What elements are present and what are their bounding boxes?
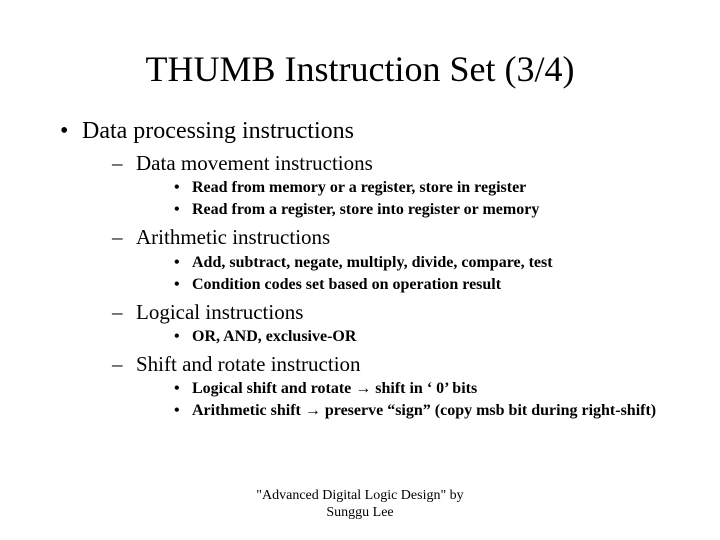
slide: THUMB Instruction Set (3/4) Data process… — [0, 0, 720, 540]
bullet-l2a-text: Data movement instructions — [136, 151, 373, 175]
bullet-l2-arithmetic: Arithmetic instructions Add, subtract, n… — [112, 224, 680, 294]
bullet-l2-shift-rotate: Shift and rotate instruction Logical shi… — [112, 351, 680, 421]
slide-footer: "Advanced Digital Logic Design" by Sungg… — [0, 488, 720, 522]
bullet-list-level1: Data processing instructions Data moveme… — [60, 116, 680, 421]
footer-line1: "Advanced Digital Logic Design" by — [0, 488, 720, 505]
bullet-l3: Read from a register, store into registe… — [170, 200, 680, 220]
bullet-list-level3: Add, subtract, negate, multiply, divide,… — [170, 253, 680, 295]
bullet-l3: Condition codes set based on operation r… — [170, 275, 680, 295]
bullet-list-level2: Data movement instructions Read from mem… — [112, 150, 680, 421]
slide-body: Data processing instructions Data moveme… — [0, 116, 720, 421]
bullet-l2d-text: Shift and rotate instruction — [136, 352, 361, 376]
slide-title: THUMB Instruction Set (3/4) — [0, 0, 720, 110]
bullet-l3: Logical shift and rotate → shift in ‘ 0’… — [170, 379, 680, 399]
bullet-l2-data-movement: Data movement instructions Read from mem… — [112, 150, 680, 220]
bullet-l1: Data processing instructions Data moveme… — [60, 116, 680, 421]
bullet-l3: Read from memory or a register, store in… — [170, 178, 680, 198]
bullet-l3: Arithmetic shift → preserve “sign” (copy… — [170, 401, 680, 421]
bullet-l2c-text: Logical instructions — [136, 300, 303, 324]
bullet-l2b-text: Arithmetic instructions — [136, 225, 330, 249]
footer-line2: Sunggu Lee — [0, 505, 720, 522]
bullet-l1-text: Data processing instructions — [82, 118, 354, 144]
bullet-l3: Add, subtract, negate, multiply, divide,… — [170, 253, 680, 273]
bullet-list-level3: Logical shift and rotate → shift in ‘ 0’… — [170, 379, 680, 421]
bullet-list-level3: Read from memory or a register, store in… — [170, 178, 680, 220]
bullet-list-level3: OR, AND, exclusive-OR — [170, 327, 680, 347]
bullet-l2-logical: Logical instructions OR, AND, exclusive-… — [112, 299, 680, 347]
bullet-l3: OR, AND, exclusive-OR — [170, 327, 680, 347]
